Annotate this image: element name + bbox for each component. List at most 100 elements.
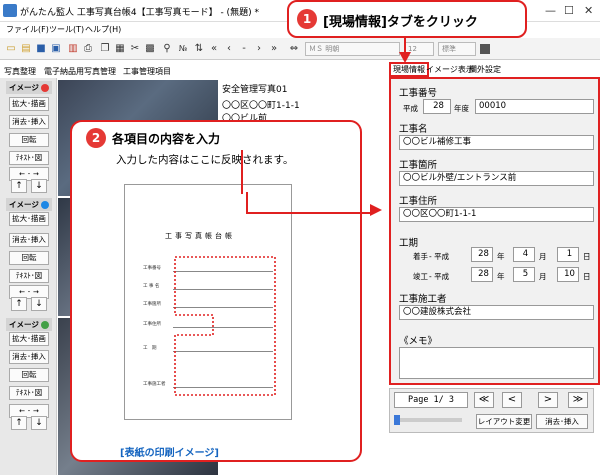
page-slider[interactable] [394,418,462,422]
year-unit-label: 年度 [454,104,469,113]
print-image-caption: [表紙の印刷イメージ] [120,448,219,459]
end-label: 竣工 [413,272,428,281]
search-icon[interactable]: ⚲ [160,42,174,56]
menu-tools[interactable]: ツール(T) [49,24,84,35]
start-era-label: - 平成 [429,252,450,261]
construction-address-label: 工事住所 [399,196,438,207]
window-title: がんたん監人 工事写真台帳4【工事写真モード】 - (無題) * [20,8,259,18]
layout-change-button[interactable]: レイアウト変更 [476,414,532,429]
memo-label: 《メモ》 [399,336,438,347]
move-up-button[interactable]: ↑ [11,416,27,430]
move-down-button[interactable]: ↓ [31,297,47,311]
pointer-arrow-1 [399,36,411,63]
construction-place-label: 工事箇所 [399,160,438,171]
tab-margin-settings[interactable]: 欄外設定 [469,64,501,75]
construction-number-input[interactable]: 00010 [475,99,594,114]
memo-textarea[interactable] [399,347,594,379]
year-input[interactable]: 28 [423,99,451,114]
cover-print-preview: 工事写真帳台帳 工事番号 工 事 名 工事箇所 工事住所 工 期 工事施工者 [124,184,292,420]
construction-address-input[interactable]: 〇〇区〇〇町1-1-1 [399,207,594,222]
text-figure-button[interactable]: ﾃｷｽﾄ･図 [9,151,49,165]
photo-address-text[interactable]: 〇〇区〇〇町1-1-1 [222,98,300,111]
tab-photo-organize[interactable]: 写真整理 [4,66,36,77]
rotate-button[interactable]: 回転 [9,133,49,147]
pointer-arrow-2 [246,192,382,216]
maximize-icon[interactable]: ☐ [564,4,574,17]
print-icon[interactable]: ⎙ [81,42,95,56]
image-3-badge-icon [40,321,49,329]
image-2-label: イメージ [6,198,52,211]
tab-construction-items[interactable]: 工事管理項目 [123,66,171,77]
menu-help[interactable]: ヘルプ(H) [85,24,121,35]
erase-insert-button[interactable]: 消去･挿入 [9,233,49,247]
font-name-select[interactable]: ＭＳ 明朝 [305,42,400,56]
end-month-input[interactable]: 5 [513,267,535,282]
prev-page-button[interactable]: < [502,392,522,408]
page-slider-thumb[interactable] [394,415,400,425]
text-figure-button[interactable]: ﾃｷｽﾄ･図 [9,269,49,283]
start-day-input[interactable]: 1 [557,247,579,262]
tab-site-info[interactable]: 現場情報 [389,62,429,77]
instruction-text-1: [現場情報]タブをクリック [323,15,478,30]
menu-file[interactable]: ファイル(F) [6,24,49,35]
save-as-icon[interactable]: ▣ [49,42,63,56]
tab-electronic-delivery[interactable]: 電子納品用写真管理 [44,66,116,77]
image-2-badge-icon [40,201,49,209]
close-icon[interactable]: ✕ [584,4,593,17]
first-page-button[interactable]: ≪ [474,392,494,408]
image-1-label: イメージ [6,81,52,94]
next-page-button[interactable]: > [538,392,558,408]
start-year-input[interactable]: 28 [471,247,493,262]
app-icon [3,4,17,17]
first-page-icon[interactable]: « [207,42,221,56]
pdf-icon[interactable]: ▥ [66,42,80,56]
erase-insert-button[interactable]: 消去･挿入 [9,115,49,129]
font-style-select[interactable]: 標準 [438,42,476,56]
page-indicator: Page 1/ 3 [394,392,468,408]
zoom-draw-button[interactable]: 拡大･描画 [9,212,49,226]
move-up-button[interactable]: ↑ [11,297,27,311]
end-year-input[interactable]: 28 [471,267,493,282]
end-era-label: - 平成 [429,272,450,281]
start-month-input[interactable]: 4 [513,247,535,262]
align-icon[interactable]: ⇅ [192,42,206,56]
copy-icon[interactable]: ❐ [98,42,112,56]
rotate-button[interactable]: 回転 [9,368,49,382]
new-icon[interactable]: ▭ [4,42,18,56]
prev-page-icon[interactable]: ‹ [222,42,236,56]
move-down-button[interactable]: ↓ [31,416,47,430]
era-label: 平成 [403,104,418,113]
move-up-button[interactable]: ↑ [11,179,27,193]
open-icon[interactable]: ▤ [19,42,33,56]
construction-place-input[interactable]: 〇〇ビル外壁/エントランス前 [399,171,594,186]
image-1-badge-icon [40,84,49,92]
step-number-2: 2 [86,128,106,148]
move-down-button[interactable]: ↓ [31,179,47,193]
dash-icon[interactable]: - [237,42,251,56]
save-icon[interactable]: ■ [34,42,48,56]
tab-image-display[interactable]: イメージ表示 [426,64,474,75]
last-page-button[interactable]: ≫ [568,392,588,408]
preview-icon[interactable]: ▩ [143,42,157,56]
step-number-1: 1 [297,9,317,29]
swap-icon[interactable]: ⇔ [287,42,301,56]
rotate-button[interactable]: 回転 [9,251,49,265]
zoom-draw-button[interactable]: 拡大･描画 [9,97,49,111]
photo-title-text[interactable]: 安全管理写真01 [222,82,287,95]
minimize-icon[interactable]: — [545,4,556,17]
next-page-icon[interactable]: › [252,42,266,56]
paste-icon[interactable]: ▦ [113,42,127,56]
number-icon[interactable]: № [176,42,190,56]
zoom-draw-button[interactable]: 拡大･描画 [9,332,49,346]
start-month-unit: 月 [539,252,547,261]
last-page-icon[interactable]: » [267,42,281,56]
cut-icon[interactable]: ✂ [128,42,142,56]
color-swatch-icon[interactable] [480,44,490,54]
erase-insert-button[interactable]: 消去･挿入 [9,350,49,364]
text-figure-button[interactable]: ﾃｷｽﾄ･図 [9,386,49,400]
end-day-input[interactable]: 10 [557,267,579,282]
highlight-outline [174,256,276,396]
contractor-input[interactable]: 〇〇建設株式会社 [399,305,594,320]
construction-name-input[interactable]: 〇〇ビル補修工事 [399,135,594,150]
erase-insert-page-button[interactable]: 消去･挿入 [536,414,588,429]
